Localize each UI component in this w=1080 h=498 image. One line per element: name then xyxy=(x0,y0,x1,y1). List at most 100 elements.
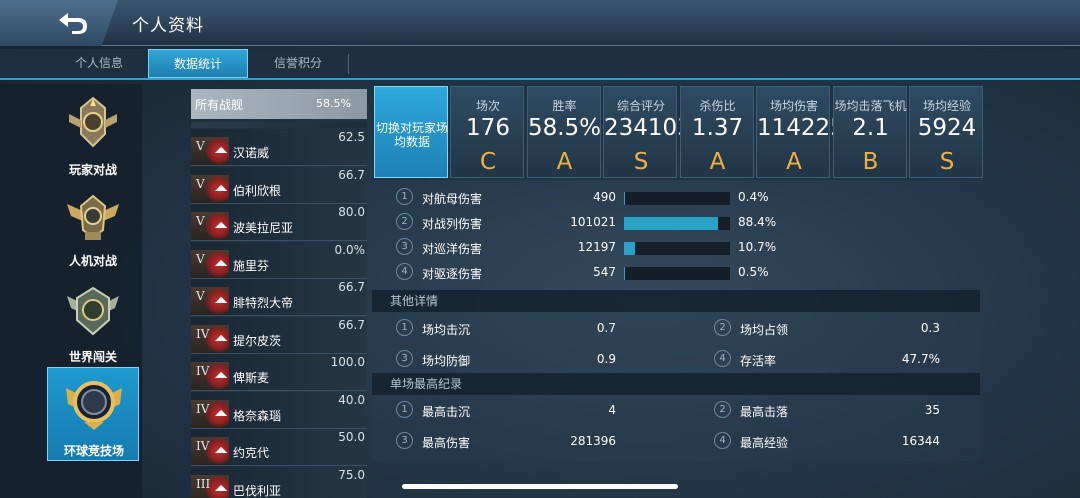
damage-value: 101021 xyxy=(570,215,616,229)
ship-row[interactable]: V ◢◣ 腓特烈大帝 66.7 xyxy=(191,279,367,316)
ship-row[interactable]: V ◢◣ 汉诺威 62.5 xyxy=(191,129,367,166)
damage-bar-fill xyxy=(624,217,718,230)
ship-list[interactable]: 所有战舰 58.5% V ◢◣ 汉诺威 62.5 V ◢◣ 伯利欣根 66.7 V ◢◣ 波美拉尼亚… xyxy=(191,84,367,498)
mode-global-arena[interactable]: 环球竞技场 xyxy=(47,367,139,461)
tab-personal-info[interactable]: 个人信息 xyxy=(48,49,150,78)
world-challenge-emblem-icon xyxy=(67,286,119,336)
row-number-badge: 4 xyxy=(714,432,731,449)
ship-row[interactable]: III ◢◣ 巴伐利亚 75.0 xyxy=(191,466,367,498)
other-item: 1 场均击沉 0.7 xyxy=(396,319,616,339)
records-value: 281396 xyxy=(570,434,616,448)
other-label: 场均击沉 xyxy=(422,323,471,337)
other-value: 47.7% xyxy=(901,352,940,366)
stat-grade: C xyxy=(479,149,497,175)
stat-value: 58.5% xyxy=(527,115,602,141)
mode-player-battle[interactable]: 玩家对战 xyxy=(47,88,139,182)
damage-label: 对巡洋伤害 xyxy=(422,242,483,256)
all-ships-winrate: 58.5% xyxy=(316,97,351,110)
switch-data-button[interactable]: 切换对玩家场均数据 xyxy=(374,86,448,178)
stat-value: 2.1 xyxy=(852,115,889,141)
ship-winrate: 100.0 xyxy=(330,355,365,369)
list-spacer xyxy=(191,122,367,128)
all-ships-item[interactable]: 所有战舰 58.5% xyxy=(191,89,367,119)
damage-percent: 10.7% xyxy=(738,240,777,254)
mode-label: 人机对战 xyxy=(68,254,117,268)
stat-grade: S xyxy=(939,149,955,175)
ship-row[interactable]: V ◢◣ 伯利欣根 66.7 xyxy=(191,166,367,204)
global-arena-emblem-icon xyxy=(66,381,122,430)
ai-battle-emblem-icon xyxy=(67,194,119,240)
nation-flag-icon: ◢◣ xyxy=(215,257,228,267)
ship-name: 巴伐利亚 xyxy=(233,483,282,498)
stat-label: 场均经验 xyxy=(922,99,971,113)
ship-winrate: 66.7 xyxy=(338,317,365,332)
ship-row[interactable]: IV ◢◣ 提尔皮茨 66.7 xyxy=(191,316,367,354)
damage-row: 4 对驱逐伤害 547 0.5% xyxy=(396,263,796,283)
row-number-badge: 1 xyxy=(396,188,413,205)
stat-cell: 胜率 58.5% A xyxy=(526,86,602,178)
stat-label: 场次 xyxy=(475,99,500,113)
mode-label: 玩家对战 xyxy=(68,163,117,177)
ship-tier: IV xyxy=(196,439,210,453)
other-label: 存活率 xyxy=(740,354,777,368)
top-bar: 个人资料 xyxy=(0,0,1080,46)
tab-credit-score[interactable]: 信誉积分 xyxy=(248,49,348,78)
nation-flag-icon: ◢◣ xyxy=(215,220,228,229)
nation-flag-icon: ◢◣ xyxy=(215,445,228,454)
ship-winrate: 50.0 xyxy=(338,430,365,444)
mode-ai-battle[interactable]: 人机对战 xyxy=(47,182,139,276)
ship-tier: IV xyxy=(196,401,210,416)
other-label: 场均占领 xyxy=(740,323,789,337)
ship-name: 约克代 xyxy=(233,446,270,460)
all-ships-label: 所有战舰 xyxy=(195,98,244,112)
damage-value: 490 xyxy=(593,190,616,204)
row-number-badge: 2 xyxy=(714,319,731,336)
ship-winrate: 80.0 xyxy=(338,205,365,219)
damage-label: 对驱逐伤害 xyxy=(422,267,483,281)
other-item: 2 场均占领 0.3 xyxy=(714,319,940,339)
ship-row[interactable]: IV ◢◣ 格奈森瑙 40.0 xyxy=(191,391,367,429)
stat-value: 5924 xyxy=(917,115,977,141)
ship-winrate: 0.0% xyxy=(334,242,366,257)
records-item: 4 最高经验 16344 xyxy=(714,432,940,452)
back-button[interactable] xyxy=(0,0,118,46)
stat-value: 234103 xyxy=(604,115,692,141)
damage-percent: 88.4% xyxy=(738,215,777,229)
mode-world-challenge[interactable]: 世界闯关 xyxy=(47,276,139,370)
stat-label: 胜率 xyxy=(552,99,577,113)
tab-data-stats[interactable]: 数据统计 xyxy=(148,49,248,78)
stat-grade: A xyxy=(709,149,726,175)
records-item: 3 最高伤害 281396 xyxy=(396,432,616,452)
row-number-badge: 3 xyxy=(396,432,413,449)
other-value: 0.9 xyxy=(596,352,616,366)
row-number-badge: 4 xyxy=(714,350,731,367)
other-details-header: 其他详情 xyxy=(372,290,980,312)
ship-row[interactable]: IV ◢◣ 约克代 50.0 xyxy=(191,429,367,466)
mode-label: 世界闯关 xyxy=(68,350,117,364)
ship-row[interactable]: V ◢◣ 波美拉尼亚 80.0 xyxy=(191,204,367,241)
ship-name: 格奈森瑙 xyxy=(233,408,282,423)
ship-row[interactable]: IV ◢◣ 俾斯麦 100.0 xyxy=(191,354,367,391)
records-label: 最高击沉 xyxy=(422,405,471,419)
other-item: 4 存活率 47.7% xyxy=(714,350,940,370)
mode-sidebar: 玩家对战 人机对战 世界闯关 环球竞技场 xyxy=(0,84,142,498)
ship-tier: V xyxy=(196,251,205,266)
ship-row[interactable]: V ◢◣ 施里芬 0.0% xyxy=(191,241,367,279)
stat-label: 杀伤比 xyxy=(699,99,736,113)
damage-bar-fill xyxy=(624,267,625,280)
row-number-badge: 3 xyxy=(396,238,413,255)
ship-tier: V xyxy=(196,176,205,191)
other-value: 0.7 xyxy=(596,321,616,335)
home-indicator[interactable] xyxy=(402,484,678,489)
tab-bar: 个人信息 数据统计 信誉积分 xyxy=(0,49,1080,80)
records-header: 单场最高纪录 xyxy=(372,373,980,395)
stat-value: 114225 xyxy=(757,115,845,141)
records-value: 16344 xyxy=(901,434,940,448)
page-title: 个人资料 xyxy=(132,16,204,36)
mode-label: 环球竞技场 xyxy=(63,444,124,458)
records-value: 4 xyxy=(608,403,616,417)
back-arrow-icon xyxy=(59,13,87,34)
stat-grade: B xyxy=(862,149,879,175)
ship-name: 提尔皮茨 xyxy=(233,333,282,348)
ship-tier: III xyxy=(196,476,211,491)
